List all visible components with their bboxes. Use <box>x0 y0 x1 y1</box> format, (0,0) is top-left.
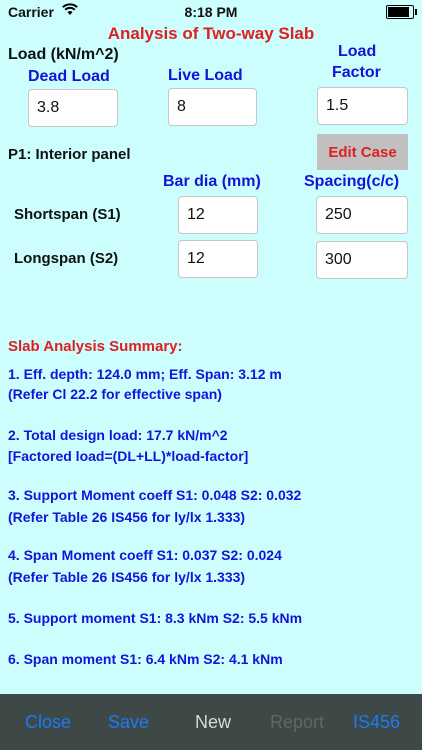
spacing-label: Spacing(c/c) <box>304 173 400 190</box>
live-load-label: Live Load <box>168 67 243 84</box>
summary-line: 4. Span Moment coeff S1: 0.037 S2: 0.024 <box>8 547 282 563</box>
dead-load-field[interactable]: 3.8 <box>28 89 118 127</box>
page-title: Analysis of Two-way Slab <box>107 24 315 43</box>
summary-line: 1. Eff. depth: 124.0 mm; Eff. Span: 3.12… <box>8 366 282 382</box>
dead-load-label: Dead Load <box>28 68 110 85</box>
battery-icon <box>386 5 417 19</box>
load-factor-label-line2: Factor <box>332 64 381 81</box>
new-button[interactable]: New <box>195 694 231 750</box>
load-factor-field[interactable]: 1.5 <box>317 87 408 125</box>
live-load-field[interactable]: 8 <box>168 88 257 126</box>
summary-heading: Slab Analysis Summary: <box>8 338 183 355</box>
longspan-bar-dia-field[interactable]: 12 <box>178 240 258 278</box>
bar-dia-label: Bar dia (mm) <box>163 173 261 190</box>
report-button[interactable]: Report <box>270 694 324 750</box>
summary-line: 5. Support moment S1: 8.3 kNm S2: 5.5 kN… <box>8 610 303 626</box>
summary-line: [Factored load=(DL+LL)*load-factor] <box>8 448 249 464</box>
save-button[interactable]: Save <box>108 694 149 750</box>
clock: 8:18 PM <box>184 4 238 20</box>
edit-case-button[interactable]: Edit Case <box>317 134 408 170</box>
shortspan-bar-dia-field[interactable]: 12 <box>178 196 258 234</box>
longspan-spacing-field[interactable]: 300 <box>316 241 408 279</box>
is456-button[interactable]: IS456 <box>353 694 400 750</box>
status-bar: Carrier 8:18 PM <box>0 0 422 22</box>
load-factor-label-line1: Load <box>338 43 377 60</box>
summary-line: 2. Total design load: 17.7 kN/m^2 <box>8 427 228 443</box>
summary-line: (Refer Cl 22.2 for effective span) <box>8 386 222 402</box>
load-heading: Load (kN/m^2) <box>8 46 119 63</box>
close-button[interactable]: Close <box>25 694 71 750</box>
shortspan-label: Shortspan (S1) <box>14 206 121 223</box>
summary-line: 3. Support Moment coeff S1: 0.048 S2: 0.… <box>8 487 302 503</box>
summary-line: 6. Span moment S1: 6.4 kNm S2: 4.1 kNm <box>8 651 283 667</box>
summary-line: (Refer Table 26 IS456 for ly/lx 1.333) <box>8 569 246 585</box>
bottom-toolbar: Close Save New Report IS456 <box>0 694 422 750</box>
longspan-label: Longspan (S2) <box>14 250 119 267</box>
shortspan-spacing-field[interactable]: 250 <box>316 196 408 234</box>
summary-line: (Refer Table 26 IS456 for ly/lx 1.333) <box>8 509 246 525</box>
panel-label: P1: Interior panel <box>8 146 131 163</box>
